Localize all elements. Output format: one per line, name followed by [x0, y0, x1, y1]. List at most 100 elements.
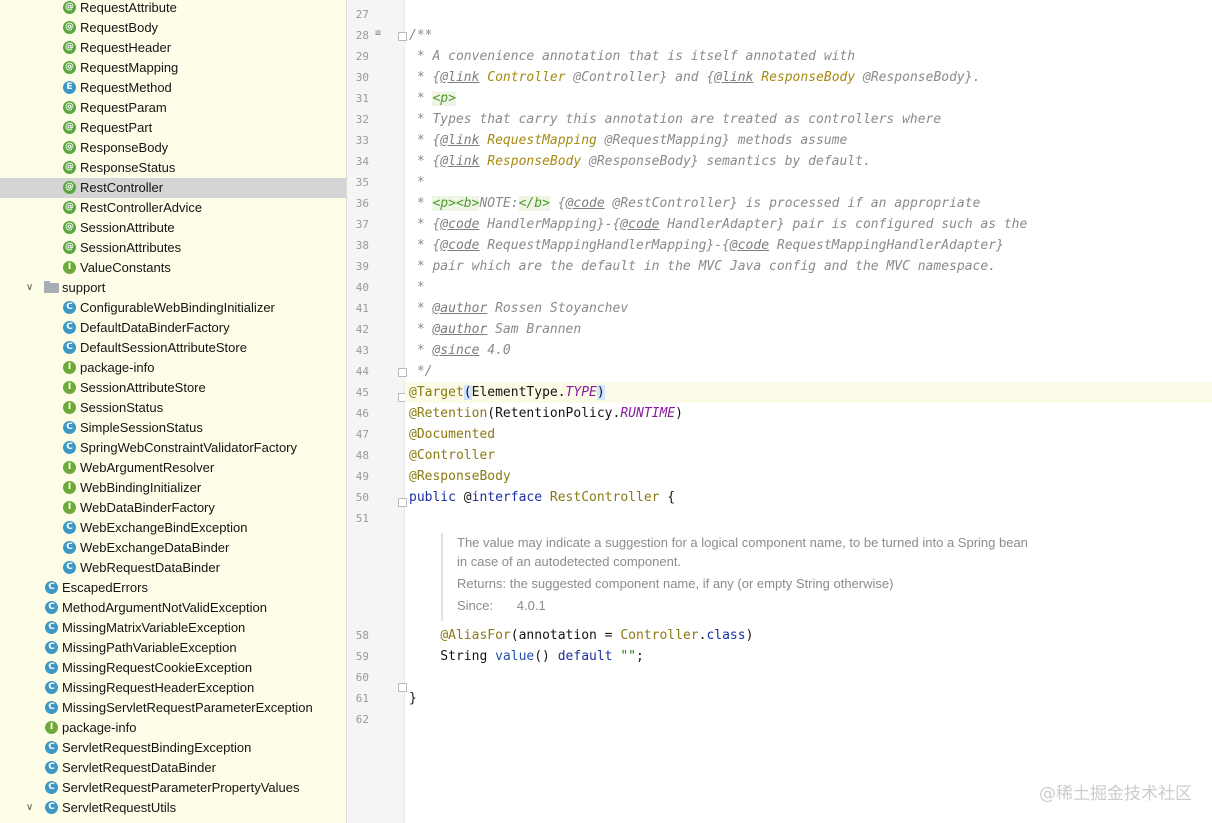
tree-item[interactable]: @ ResponseStatus	[0, 158, 346, 178]
code-line[interactable]: * <p><b>NOTE:</b> {@code @RestController…	[409, 193, 980, 214]
code-line[interactable]: }	[409, 688, 417, 709]
class-icon: C	[63, 521, 76, 534]
code-line[interactable]: *	[409, 277, 425, 298]
class-icon: C	[45, 601, 58, 614]
tree-item[interactable]: C WebExchangeBindException	[0, 518, 346, 538]
tree-item[interactable]: E RequestMethod	[0, 78, 346, 98]
tree-item-label: RequestAttribute	[80, 0, 177, 15]
tree-item[interactable]: @ ResponseBody	[0, 138, 346, 158]
annotation-icon: @	[63, 161, 76, 174]
tree-item[interactable]: C SpringWebConstraintValidatorFactory	[0, 438, 346, 458]
tree-item[interactable]: C ServletRequestBindingException	[0, 738, 346, 758]
code-line[interactable]: * @since 4.0	[409, 340, 511, 361]
code-line[interactable]: * {@link Controller @Controller} and {@l…	[409, 67, 981, 88]
line-number: 59	[355, 650, 369, 663]
tree-item[interactable]: C EscapedErrors	[0, 578, 346, 598]
line-number: 48	[355, 449, 369, 462]
expand-arrow-icon[interactable]: ∨	[26, 278, 33, 298]
code-line[interactable]: public @interface RestController {	[409, 487, 675, 508]
tree-item[interactable]: @ RequestParam	[0, 98, 346, 118]
tree-item[interactable]: C DefaultSessionAttributeStore	[0, 338, 346, 358]
class-icon: C	[45, 661, 58, 674]
code-line[interactable]: @Controller	[409, 445, 495, 466]
tree-item[interactable]: I WebArgumentResolver	[0, 458, 346, 478]
line-number: 47	[355, 428, 369, 441]
tree-item[interactable]: I WebBindingInitializer	[0, 478, 346, 498]
tree-item[interactable]: C ServletRequestDataBinder	[0, 758, 346, 778]
tree-item[interactable]: I ValueConstants	[0, 258, 346, 278]
tree-folder[interactable]: ∨ support	[0, 278, 346, 298]
tree-item-label: RequestMapping	[80, 60, 179, 75]
expand-arrow-icon[interactable]: ∨	[26, 798, 33, 818]
code-line[interactable]: @Target(ElementType.TYPE)	[409, 382, 605, 403]
editor-gutter: 27 28 29 30 31 32 33 34 35 36 37 38 39 40 41 42 43 44 45 46…	[347, 0, 407, 823]
tree-item[interactable]: @ RestController	[0, 178, 346, 198]
code-line[interactable]: * {@link ResponseBody @ResponseBody} sem…	[409, 151, 871, 172]
code-line[interactable]: @AliasFor(annotation = Controller.class)	[409, 625, 753, 646]
tree-item[interactable]: C DefaultDataBinderFactory	[0, 318, 346, 338]
annotation-icon: @	[63, 241, 76, 254]
code-line[interactable]: * @author Rossen Stoyanchev	[409, 298, 628, 319]
tree-item[interactable]: @ SessionAttribute	[0, 218, 346, 238]
tree-item[interactable]: C MissingRequestCookieException	[0, 658, 346, 678]
tree-item[interactable]: C SimpleSessionStatus	[0, 418, 346, 438]
tree-item[interactable]: C MissingServletRequestParameterException	[0, 698, 346, 718]
quickdoc-description-1: The value may indicate a suggestion for …	[457, 535, 1028, 550]
tree-item[interactable]: C WebRequestDataBinder	[0, 558, 346, 578]
code-line[interactable]: * {@code HandlerMapping}-{@code HandlerA…	[409, 214, 1028, 235]
tree-item-label: SessionAttribute	[80, 220, 175, 235]
code-line[interactable]: * A convenience annotation that is itsel…	[409, 46, 855, 67]
tree-item[interactable]: ∨ C ServletRequestUtils	[0, 798, 346, 818]
code-line[interactable]: * Types that carry this annotation are t…	[409, 109, 941, 130]
tree-item[interactable]: C ServletRequestParameterPropertyValues	[0, 778, 346, 798]
line-number: 28	[355, 29, 369, 42]
line-number: 41	[355, 302, 369, 315]
tree-item[interactable]: C MissingRequestHeaderException	[0, 678, 346, 698]
tree-item[interactable]: Ipackage-info	[0, 718, 346, 738]
code-line[interactable]: * <p>	[409, 88, 456, 109]
tree-item[interactable]: Ipackage-info	[0, 358, 346, 378]
code-line[interactable]: * @author Sam Brannen	[409, 319, 581, 340]
tree-item[interactable]: C ConfigurableWebBindingInitializer	[0, 298, 346, 318]
class-icon: C	[45, 641, 58, 654]
line-number: 42	[355, 323, 369, 336]
tree-item-label: ResponseStatus	[80, 160, 176, 175]
class-icon: C	[63, 341, 76, 354]
tree-item[interactable]: @ RequestPart	[0, 118, 346, 138]
code-line[interactable]: *	[409, 172, 425, 193]
code-editor[interactable]: The value may indicate a suggestion for …	[405, 0, 1212, 823]
tree-item[interactable]: C MissingMatrixVariableException	[0, 618, 346, 638]
code-line[interactable]: * {@code RequestMappingHandlerMapping}-{…	[409, 235, 1004, 256]
annotation-icon: @	[63, 41, 76, 54]
quickdoc-description-2: in case of an autodetected component.	[457, 554, 682, 569]
tree-item[interactable]: I SessionStatus	[0, 398, 346, 418]
code-line[interactable]: */	[409, 361, 433, 382]
tree-item[interactable]: C MissingPathVariableException	[0, 638, 346, 658]
tree-item[interactable]: @ RequestMapping	[0, 58, 346, 78]
tree-item[interactable]: C WebExchangeDataBinder	[0, 538, 346, 558]
code-line[interactable]: String value() default "";	[409, 646, 644, 667]
tree-item[interactable]: I SessionAttributeStore	[0, 378, 346, 398]
class-icon: C	[45, 741, 58, 754]
tree-item[interactable]: @ SessionAttributes	[0, 238, 346, 258]
line-number: 29	[355, 50, 369, 63]
class-icon: C	[63, 561, 76, 574]
tree-item[interactable]: @ RequestBody	[0, 18, 346, 38]
tree-item-label: RequestParam	[80, 100, 167, 115]
tree-item[interactable]: @ RequestAttribute	[0, 0, 346, 18]
code-line[interactable]: /**	[409, 25, 432, 46]
code-line[interactable]: @Documented	[409, 424, 495, 445]
folder-icon	[44, 281, 59, 293]
doc-render-icon[interactable]: ≡	[375, 28, 381, 39]
tree-item-label: RequestBody	[80, 20, 159, 35]
line-number: 33	[355, 134, 369, 147]
code-line[interactable]: @ResponseBody	[409, 466, 511, 487]
project-tree: @ RequestAttribute @ RequestBody @ RequestHea…	[0, 0, 347, 823]
code-line[interactable]: @Retention(RetentionPolicy.RUNTIME)	[409, 403, 683, 424]
tree-item[interactable]: C MethodArgumentNotValidException	[0, 598, 346, 618]
code-line[interactable]: * pair which are the default in the MVC …	[409, 256, 996, 277]
code-line[interactable]: * {@link RequestMapping @RequestMapping}…	[409, 130, 848, 151]
tree-item[interactable]: @ RestControllerAdvice	[0, 198, 346, 218]
tree-item[interactable]: I WebDataBinderFactory	[0, 498, 346, 518]
tree-item[interactable]: @ RequestHeader	[0, 38, 346, 58]
